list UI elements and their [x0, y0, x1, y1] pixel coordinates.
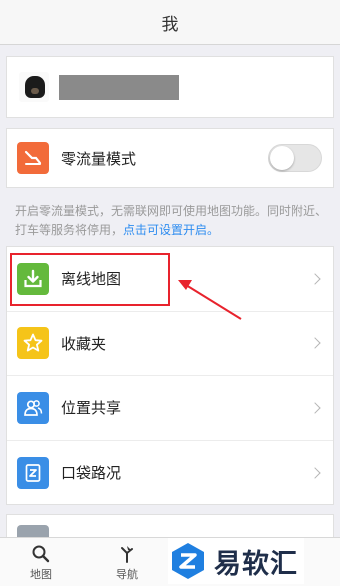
- annotation-arrow: [178, 280, 242, 320]
- tab-map[interactable]: 地图: [21, 544, 61, 582]
- search-icon: [32, 545, 50, 563]
- tab-navigation[interactable]: 导航: [107, 544, 147, 582]
- watermark-text: 易软汇: [214, 548, 298, 580]
- watermark: 易软汇: [168, 538, 304, 584]
- tab-label: 地图: [30, 568, 52, 581]
- tab-label: 导航: [116, 568, 138, 581]
- navigation-icon: [121, 546, 133, 563]
- watermark-logo: [172, 543, 204, 579]
